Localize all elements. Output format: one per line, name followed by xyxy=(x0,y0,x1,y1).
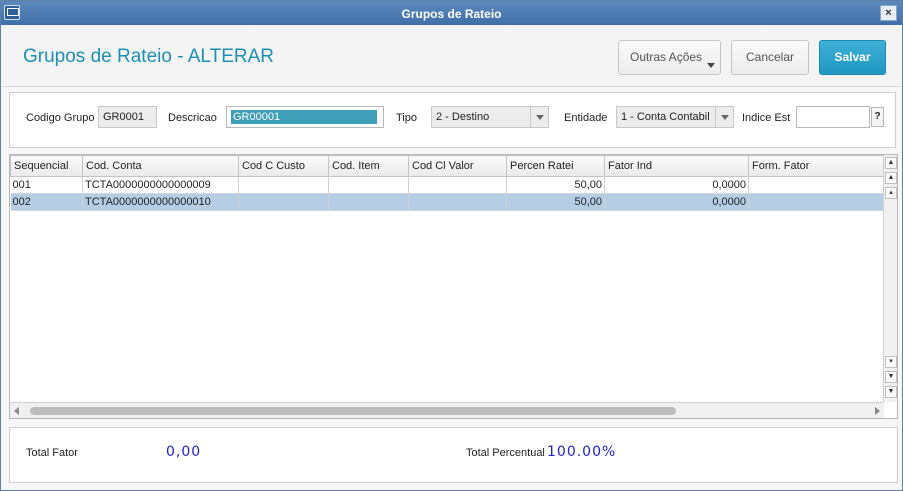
help-button[interactable]: ? xyxy=(871,107,884,127)
column-header-fator-ind[interactable]: Fator Ind xyxy=(604,155,749,177)
page-header: Grupos de Rateio - ALTERAR Outras Ações … xyxy=(2,25,901,87)
descricao-label: Descricao xyxy=(168,112,217,124)
scroll-down-icon[interactable]: ▾ xyxy=(885,356,897,368)
entidade-select[interactable]: 1 - Conta Contabil xyxy=(616,106,734,128)
cell-sequencial[interactable]: 002 xyxy=(10,193,83,211)
indice-est-field[interactable] xyxy=(796,106,870,128)
outras-acoes-button[interactable]: Outras Ações xyxy=(618,40,721,75)
scroll-top-icon[interactable]: ▲ xyxy=(885,157,897,169)
cell-percen-ratei[interactable]: 50,00 xyxy=(506,193,605,211)
descricao-value: GR00001 xyxy=(231,110,377,124)
cell-cod-conta[interactable]: TCTA0000000000000009 xyxy=(82,176,239,194)
scroll-right-icon[interactable] xyxy=(875,407,880,415)
entidade-label: Entidade xyxy=(564,112,608,124)
grid-header-row: Sequencial Cod. Conta Cod C Custo Cod. I… xyxy=(10,155,885,177)
codigo-grupo-field: GR0001 xyxy=(98,106,157,128)
cell-sequencial[interactable]: 001 xyxy=(10,176,83,194)
total-percentual-label: Total Percentual xyxy=(466,447,545,459)
cell-percen-ratei[interactable]: 50,00 xyxy=(506,176,605,194)
scrollbar-thumb[interactable] xyxy=(30,407,676,415)
grid-table: Sequencial Cod. Conta Cod C Custo Cod. I… xyxy=(10,155,885,211)
scroll-page-up-icon[interactable]: ▲ xyxy=(885,172,897,184)
entidade-value: 1 - Conta Contabil xyxy=(621,111,710,123)
save-button[interactable]: Salvar xyxy=(819,40,886,75)
cancel-button[interactable]: Cancelar xyxy=(731,40,809,75)
scroll-bottom-icon[interactable]: ▼ xyxy=(885,386,897,398)
totals-panel: Total Fator 0,00 Total Percentual 100.00… xyxy=(9,427,898,483)
column-header-cod-item[interactable]: Cod. Item xyxy=(328,155,409,177)
title-bar: Grupos de Rateio × xyxy=(1,1,902,25)
page-title: Grupos de Rateio - ALTERAR xyxy=(23,46,274,67)
column-header-cod-c-custo[interactable]: Cod C Custo xyxy=(238,155,329,177)
total-fator-label: Total Fator xyxy=(26,447,78,459)
total-percentual-value: 100.00% xyxy=(547,444,617,460)
descricao-field[interactable]: GR00001 xyxy=(226,106,384,128)
cell-cod-c-custo[interactable] xyxy=(238,176,329,194)
outras-acoes-label: Outras Ações xyxy=(630,50,703,64)
cell-cod-cl-valor[interactable] xyxy=(408,176,507,194)
horizontal-scrollbar[interactable] xyxy=(10,402,884,418)
window: Grupos de Rateio × Grupos de Rateio - AL… xyxy=(0,0,903,491)
tipo-value: 2 - Destino xyxy=(436,111,490,123)
scroll-page-down-icon[interactable]: ▼ xyxy=(885,371,897,383)
window-title: Grupos de Rateio xyxy=(401,7,502,21)
cell-fator-ind[interactable]: 0,0000 xyxy=(604,193,749,211)
cell-fator-ind[interactable]: 0,0000 xyxy=(604,176,749,194)
total-fator-value: 0,00 xyxy=(166,444,202,460)
table-row[interactable]: 001 TCTA0000000000000009 50,00 0,0000 xyxy=(10,176,885,194)
form-panel: Codigo Grupo GR0001 Descricao GR00001 Ti… xyxy=(9,92,896,148)
chevron-down-icon xyxy=(707,63,715,68)
tipo-select[interactable]: 2 - Destino xyxy=(431,106,549,128)
cell-form-fator[interactable] xyxy=(748,193,885,211)
indice-est-label: Indice Est xyxy=(742,112,791,124)
tipo-label: Tipo xyxy=(396,112,417,124)
column-header-cod-conta[interactable]: Cod. Conta xyxy=(82,155,239,177)
chevron-down-icon xyxy=(715,107,733,127)
scroll-up-icon[interactable]: ▴ xyxy=(885,187,897,199)
vertical-scrollbar[interactable]: ▲ ▲ ▴ ▾ ▼ ▼ xyxy=(883,155,897,402)
table-row-selected[interactable]: 002 TCTA0000000000000010 50,00 0,0000 xyxy=(10,193,885,211)
codigo-grupo-label: Codigo Grupo xyxy=(26,112,95,124)
column-header-cod-cl-valor[interactable]: Cod Cl Valor xyxy=(408,155,507,177)
close-icon[interactable]: × xyxy=(880,5,897,21)
column-header-form-fator[interactable]: Form. Fator xyxy=(748,155,885,177)
cell-cod-c-custo[interactable] xyxy=(238,193,329,211)
scroll-left-icon[interactable] xyxy=(14,407,19,415)
cell-cod-item[interactable] xyxy=(328,176,409,194)
cell-cod-conta[interactable]: TCTA0000000000000010 xyxy=(82,193,239,211)
cell-cod-item[interactable] xyxy=(328,193,409,211)
data-grid: Sequencial Cod. Conta Cod C Custo Cod. I… xyxy=(9,154,898,419)
column-header-percen-ratei[interactable]: Percen Ratei xyxy=(506,155,605,177)
column-header-sequencial[interactable]: Sequencial xyxy=(10,155,83,177)
cell-form-fator[interactable] xyxy=(748,176,885,194)
cell-cod-cl-valor[interactable] xyxy=(408,193,507,211)
chevron-down-icon xyxy=(530,107,548,127)
